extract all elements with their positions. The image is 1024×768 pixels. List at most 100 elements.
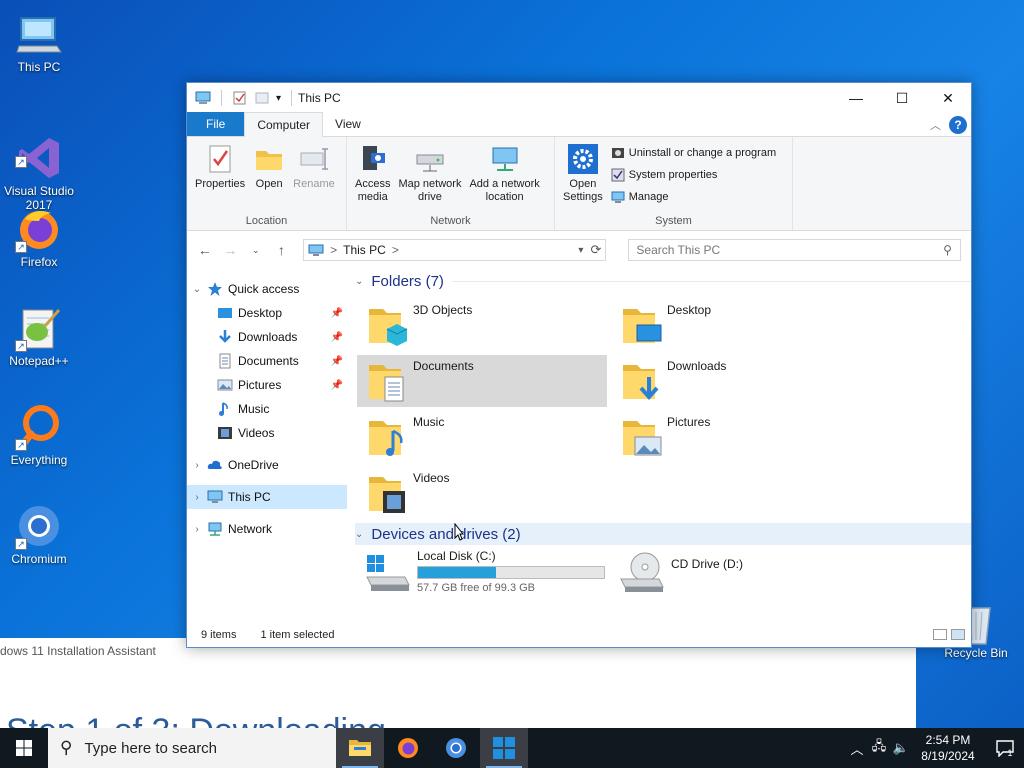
volume-muted-icon[interactable]: 🔈 xyxy=(890,740,912,756)
taskbar-firefox[interactable] xyxy=(384,728,432,768)
notification-count: 1 xyxy=(1007,748,1013,758)
recent-locations-button[interactable]: ⌄ xyxy=(248,245,264,256)
start-button[interactable] xyxy=(0,728,48,768)
maximize-button[interactable]: ☐ xyxy=(879,83,925,113)
clock-time: 2:54 PM xyxy=(925,733,971,747)
drive-details: CD Drive (D:) xyxy=(671,549,743,599)
view-switcher xyxy=(933,629,965,640)
nav-item-desktop[interactable]: Desktop 📌 xyxy=(187,301,347,325)
drive-local-disk-c[interactable]: Local Disk (C:) 57.7 GB free of 99.3 GB xyxy=(361,547,611,601)
expand-chevron-icon[interactable]: › xyxy=(187,492,207,503)
drive-name: Local Disk (C:) xyxy=(417,549,496,563)
shortcut-arrow-icon: ↗ xyxy=(15,156,27,168)
folder-3d-objects[interactable]: 3D Objects xyxy=(357,299,607,351)
new-folder-icon[interactable] xyxy=(254,91,270,105)
folder-label: Videos xyxy=(413,471,450,485)
desktop-icon-firefox[interactable]: ↗ Firefox xyxy=(0,205,78,269)
nav-item-downloads[interactable]: Downloads 📌 xyxy=(187,325,347,349)
file-explorer-window[interactable]: ▾ This PC — ☐ ✕ File Computer View ︿ ? P… xyxy=(186,82,972,648)
up-button[interactable]: ↑ xyxy=(274,242,290,258)
pictures-icon xyxy=(217,379,233,391)
desktop-icon-chromium[interactable]: ↗ Chromium xyxy=(0,502,78,566)
nav-item-documents[interactable]: Documents 📌 xyxy=(187,349,347,373)
installation-assistant-window[interactable]: dows 11 Installation Assistant Step 1 of… xyxy=(0,638,916,750)
uninstall-program-button[interactable]: Uninstall or change a program xyxy=(611,143,776,162)
tab-computer[interactable]: Computer xyxy=(244,112,324,137)
taskbar-chromium[interactable] xyxy=(432,728,480,768)
quick-access-toolbar: ▾ xyxy=(187,90,296,106)
nav-item-videos[interactable]: Videos xyxy=(187,421,347,445)
taskbar-search-box[interactable]: ⚲ Type here to search xyxy=(48,728,336,768)
devices-section-header[interactable]: ⌄ Devices and drives (2) xyxy=(355,523,971,545)
nav-network[interactable]: › Network xyxy=(187,517,347,541)
nav-quick-access[interactable]: ⌄ Quick access xyxy=(187,277,347,301)
collapse-chevron-icon[interactable]: ⌄ xyxy=(355,529,363,540)
system-properties-button[interactable]: System properties xyxy=(611,165,776,184)
expand-chevron-icon[interactable]: ⌄ xyxy=(187,284,207,295)
tab-view[interactable]: View xyxy=(323,112,373,136)
nav-item-music[interactable]: Music xyxy=(187,397,347,421)
taskbar-installation-assistant[interactable] xyxy=(480,728,528,768)
notification-center-button[interactable]: 1 xyxy=(984,738,1024,758)
taskbar-search-placeholder: Type here to search xyxy=(84,739,218,757)
clock-date: 8/19/2024 xyxy=(921,749,975,763)
folder-desktop[interactable]: Desktop xyxy=(611,299,861,351)
nav-label: OneDrive xyxy=(228,458,279,472)
desktop-icon-everything[interactable]: ↗ Everything xyxy=(0,403,78,467)
nav-item-pictures[interactable]: Pictures 📌 xyxy=(187,373,347,397)
cloud-icon xyxy=(207,460,222,469)
firefox-icon: ↗ xyxy=(15,205,63,253)
address-dropdown-icon[interactable]: ▾ xyxy=(578,245,583,256)
map-drive-label: Map network drive xyxy=(398,178,462,203)
title-bar[interactable]: ▾ This PC — ☐ ✕ xyxy=(187,83,971,113)
taskbar-file-explorer[interactable] xyxy=(336,728,384,768)
properties-icon[interactable] xyxy=(232,91,248,105)
content-area: ⌄ Quick access Desktop 📌 Downloads 📌 Doc… xyxy=(187,269,971,623)
back-button[interactable]: ← xyxy=(197,242,213,258)
3d-objects-folder-icon xyxy=(369,309,408,346)
details-view-icon[interactable] xyxy=(933,629,947,640)
help-icon[interactable]: ? xyxy=(949,116,967,134)
expand-chevron-icon[interactable]: › xyxy=(187,460,207,471)
refresh-icon[interactable]: ⟳ xyxy=(590,242,601,258)
desktop-icon-this-pc[interactable]: This PC xyxy=(0,10,78,74)
drive-cd-d[interactable]: CD Drive (D:) xyxy=(615,547,865,601)
show-hidden-icons-chevron-icon[interactable]: ︿ xyxy=(846,739,868,758)
collapse-ribbon-icon[interactable]: ︿ xyxy=(930,117,941,133)
nav-onedrive[interactable]: › OneDrive xyxy=(187,453,347,477)
nav-label: Documents xyxy=(238,354,299,368)
tab-file[interactable]: File xyxy=(187,112,245,136)
navigation-pane[interactable]: ⌄ Quick access Desktop 📌 Downloads 📌 Doc… xyxy=(187,269,347,623)
nav-this-pc[interactable]: › This PC xyxy=(187,485,347,509)
section-title: Folders (7) xyxy=(371,273,444,290)
search-box[interactable]: Search This PC ⚲ xyxy=(628,239,961,261)
pin-icon: 📌 xyxy=(330,331,343,343)
close-button[interactable]: ✕ xyxy=(925,83,971,113)
items-view[interactable]: ⌄ Folders (7) 3D Objects Desktop Documen… xyxy=(347,269,971,623)
folder-label: Downloads xyxy=(667,359,727,373)
collapse-chevron-icon[interactable]: ⌄ xyxy=(355,276,363,287)
toolbar-separator xyxy=(291,90,293,106)
clock[interactable]: 2:54 PM 8/19/2024 xyxy=(912,732,984,764)
minimize-button[interactable]: — xyxy=(833,83,879,113)
breadcrumb-this-pc[interactable]: This PC xyxy=(343,243,386,257)
expand-chevron-icon[interactable]: › xyxy=(187,524,207,535)
customize-toolbar-icon[interactable]: ▾ xyxy=(276,93,281,104)
item-count: 9 items xyxy=(201,629,237,641)
folder-downloads[interactable]: Downloads xyxy=(611,355,861,407)
large-icons-view-icon[interactable] xyxy=(951,629,965,640)
network-status-icon[interactable]: 🖧 xyxy=(868,737,890,759)
forward-button[interactable]: → xyxy=(223,242,239,258)
music-folder-icon xyxy=(369,421,403,456)
folder-music[interactable]: Music xyxy=(357,411,607,463)
folder-pictures[interactable]: Pictures xyxy=(611,411,861,463)
manage-button[interactable]: Manage xyxy=(611,187,776,206)
folders-section-header[interactable]: ⌄ Folders (7) xyxy=(355,273,971,290)
folder-videos[interactable]: Videos xyxy=(357,467,607,519)
desktop-icon-notepad-plus-plus[interactable]: ↗ Notepad++ xyxy=(0,304,78,368)
selection-count: 1 item selected xyxy=(260,629,335,641)
search-icon: ⚲ xyxy=(943,243,952,257)
address-bar[interactable]: > This PC > ▾ ⟳ xyxy=(303,239,607,261)
chromium-icon xyxy=(446,738,466,758)
folder-documents[interactable]: Documents xyxy=(357,355,607,407)
